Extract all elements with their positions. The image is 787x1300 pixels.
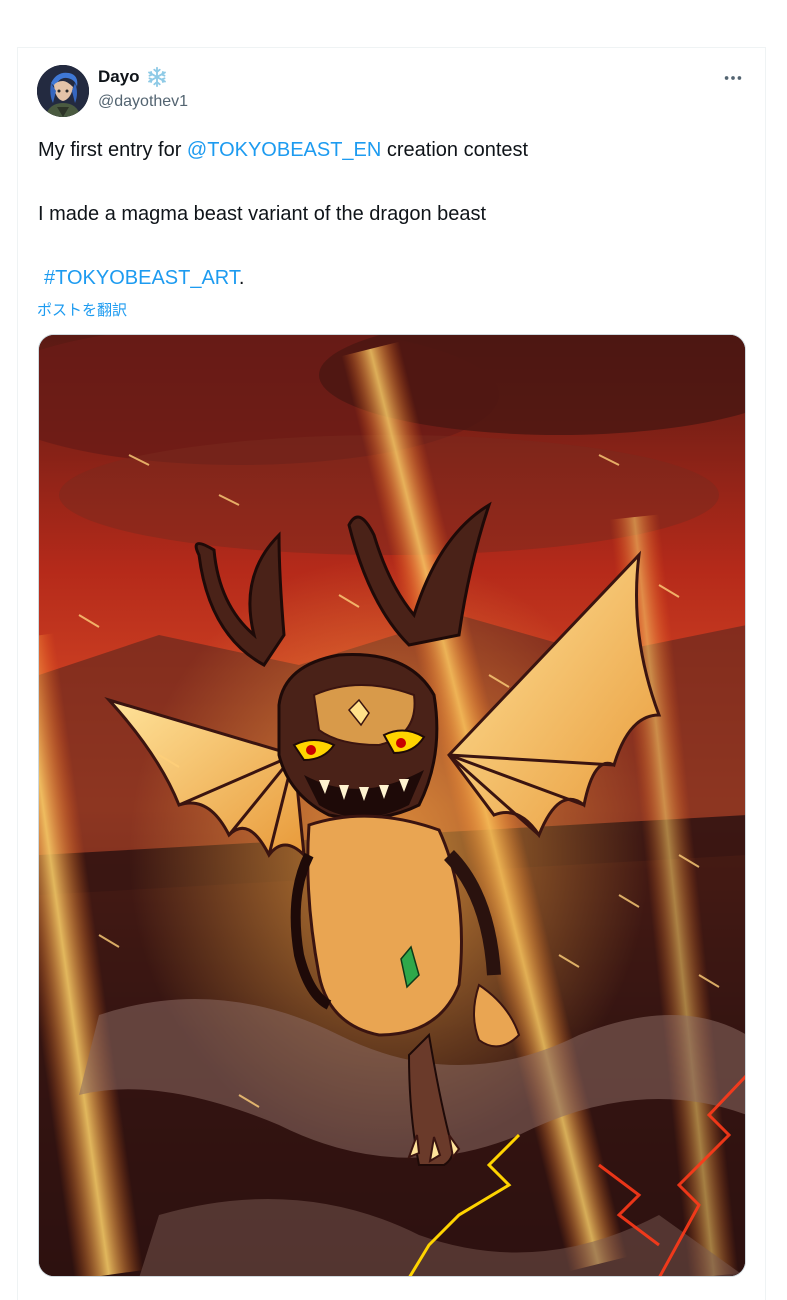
- post-text-line-2: I made a magma beast variant of the drag…: [38, 203, 487, 225]
- more-horizontal-icon: [724, 76, 742, 80]
- author-display-name[interactable]: Dayo: [98, 67, 140, 87]
- hashtag-link[interactable]: #TOKYOBEAST_ART: [44, 267, 239, 289]
- post-text-segment: .: [238, 267, 245, 289]
- snowflake-icon: [146, 66, 168, 88]
- post-text-line-1: My first entry for @TOKYOBEAST_EN creati…: [38, 139, 528, 162]
- avatar-image: [37, 65, 89, 117]
- magma-dragon-illustration: [39, 335, 745, 1276]
- post-text-segment: creation contest: [381, 139, 529, 161]
- author-handle[interactable]: @dayothev1: [98, 93, 188, 111]
- mention-link[interactable]: @TOKYOBEAST_EN: [187, 139, 381, 161]
- translate-post-link[interactable]: ポストを翻訳: [37, 299, 127, 320]
- post-text-segment: My first entry for: [38, 139, 187, 161]
- post-text-line-3: #TOKYOBEAST_ART.: [44, 267, 244, 290]
- author-avatar[interactable]: [37, 65, 89, 117]
- more-options-button[interactable]: [718, 64, 748, 92]
- post-media-image[interactable]: [38, 334, 746, 1277]
- author-name-row: Dayo: [98, 66, 168, 88]
